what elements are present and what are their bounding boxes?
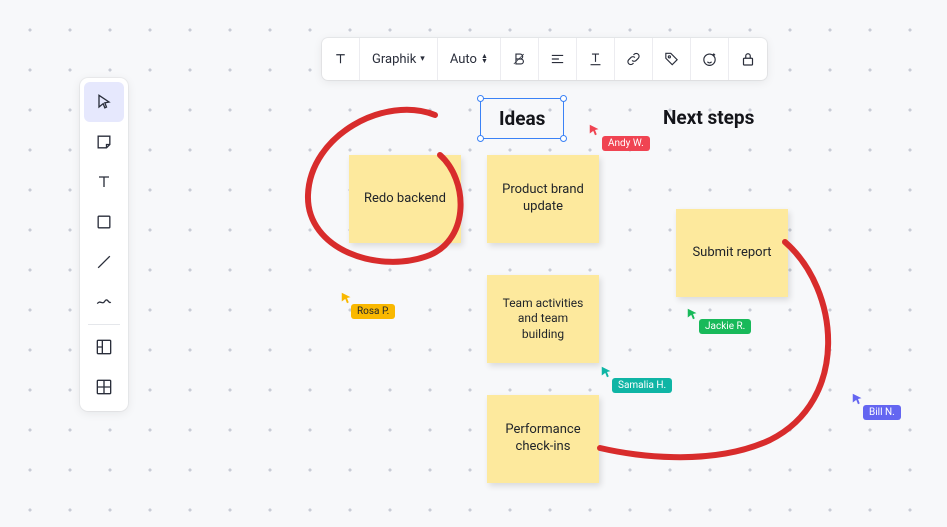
cursor-rosa [340, 291, 354, 305]
emoji-button[interactable] [691, 38, 729, 80]
grid-icon [94, 377, 114, 397]
select-tool[interactable] [84, 82, 124, 122]
sticky-submit-report[interactable]: Submit report [676, 209, 788, 297]
text-icon [332, 50, 349, 68]
sticky-tool[interactable] [84, 122, 124, 162]
sticky-product-brand[interactable]: Product brand update [487, 155, 599, 243]
cursor-label-jackie: Jackie R. [699, 319, 751, 334]
text-tool[interactable] [84, 162, 124, 202]
cursor-label-andy: Andy W. [602, 136, 650, 151]
text-icon [94, 172, 114, 192]
cursor-jackie [686, 307, 700, 321]
text-format-toolbar: Graphik ▾ Auto ▲▼ [322, 38, 767, 80]
text-underline-icon [587, 50, 604, 68]
layout-tool[interactable] [84, 327, 124, 367]
line-icon [94, 252, 114, 272]
draw-tool[interactable] [84, 282, 124, 322]
shape-tool[interactable] [84, 202, 124, 242]
bold-icon [511, 50, 528, 68]
lock-button[interactable] [729, 38, 767, 80]
type-button[interactable] [322, 38, 360, 80]
sticky-note-icon [94, 132, 114, 152]
lock-icon [739, 50, 757, 68]
size-value: Auto [450, 52, 477, 67]
heading-ideas[interactable]: Ideas [499, 107, 545, 130]
text-selection-frame[interactable]: Ideas [480, 98, 564, 139]
cursor-bill [851, 392, 865, 406]
size-select[interactable]: Auto ▲▼ [438, 38, 501, 80]
cursor-label-samalia: Samalia H. [612, 378, 672, 393]
align-icon [549, 50, 566, 68]
layout-icon [94, 337, 114, 357]
grid-tool[interactable] [84, 367, 124, 407]
cursor-label-bill: Bill N. [863, 405, 901, 420]
cursor-icon [94, 92, 114, 112]
sticky-redo-backend[interactable]: Redo backend [349, 155, 461, 243]
link-button[interactable] [615, 38, 653, 80]
link-icon [625, 50, 642, 68]
tag-icon [663, 50, 680, 68]
font-select[interactable]: Graphik ▾ [360, 38, 438, 80]
tool-palette [80, 78, 128, 411]
emoji-icon [701, 50, 718, 68]
cursor-andy [588, 123, 602, 137]
line-tool[interactable] [84, 242, 124, 282]
sticky-performance[interactable]: Performance check-ins [487, 395, 599, 483]
font-name: Graphik [372, 52, 416, 67]
align-button[interactable] [539, 38, 577, 80]
bold-button[interactable] [501, 38, 539, 80]
cursor-label-rosa: Rosa P. [351, 304, 395, 319]
square-icon [94, 212, 114, 232]
stepper-icon: ▲▼ [481, 54, 488, 64]
scribble-icon [94, 292, 114, 312]
heading-next-steps[interactable]: Next steps [663, 106, 754, 129]
cursor-samalia [600, 365, 614, 379]
tag-button[interactable] [653, 38, 691, 80]
chevron-down-icon: ▾ [420, 54, 425, 64]
sticky-team-activities[interactable]: Team activities and team building [487, 275, 599, 363]
baseline-button[interactable] [577, 38, 615, 80]
